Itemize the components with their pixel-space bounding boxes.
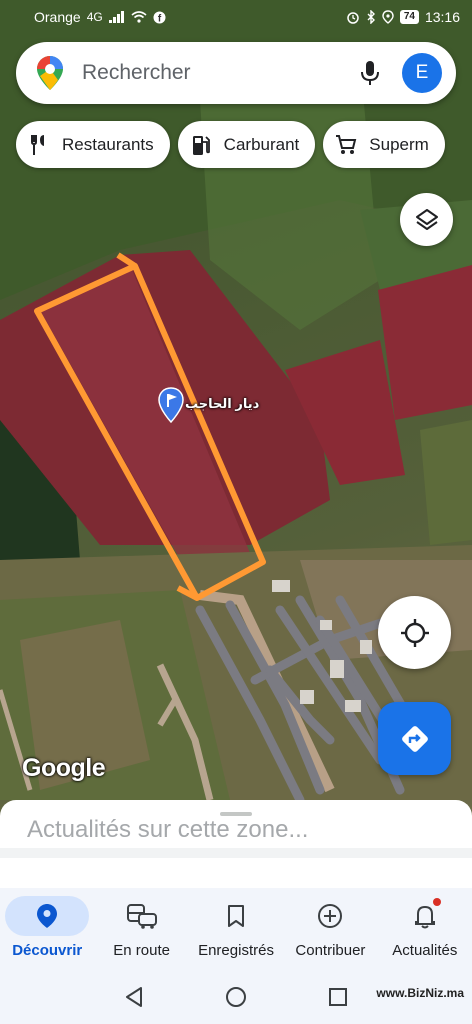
account-avatar[interactable]: E <box>402 53 442 93</box>
home-button[interactable] <box>224 985 248 1009</box>
nav-en-route[interactable]: En route <box>94 888 188 970</box>
gas-station-icon <box>190 134 212 156</box>
chip-label: Superm <box>369 134 429 154</box>
explore-pin-icon <box>37 904 58 928</box>
carrier-name: Orange <box>34 9 81 25</box>
shopping-cart-icon <box>335 134 357 156</box>
directions-button[interactable] <box>378 702 451 775</box>
my-location-button[interactable] <box>378 596 451 669</box>
recents-square-icon <box>329 988 347 1006</box>
google-attribution: Google <box>22 754 106 782</box>
nav-label: Actualités <box>392 942 458 959</box>
recents-button[interactable] <box>326 985 350 1009</box>
chip-label: Restaurants <box>62 134 154 154</box>
battery-level: 74 <box>399 10 419 24</box>
nav-actualites[interactable]: Actualités <box>378 888 472 970</box>
signal-icon <box>108 11 124 23</box>
bookmark-icon <box>228 905 245 927</box>
bell-icon <box>414 905 435 929</box>
bluetooth-icon <box>367 10 375 24</box>
add-circle-icon <box>318 904 343 928</box>
nav-label: Enregistrés <box>198 942 274 959</box>
home-circle-icon <box>226 987 246 1007</box>
nav-label: En route <box>113 942 170 959</box>
status-bar: Orange 4G f 74 13:16 <box>0 0 472 34</box>
voice-search-button[interactable] <box>350 53 390 93</box>
chip-restaurants[interactable]: Restaurants <box>16 121 170 168</box>
commute-icon <box>126 904 157 929</box>
facebook-icon: f <box>153 11 166 24</box>
location-status-icon <box>382 10 394 24</box>
wifi-icon <box>131 11 147 23</box>
sheet-title: Actualités sur cette zone... <box>27 816 309 843</box>
notification-badge <box>432 898 441 906</box>
bottom-navigation: Découvrir En route Enregistrés Contribue… <box>0 888 472 970</box>
directions-icon <box>401 725 428 752</box>
search-input[interactable]: Rechercher <box>82 61 350 85</box>
restaurant-icon <box>28 134 50 156</box>
watermark: www.BizNiz.ma <box>376 986 464 1000</box>
alarm-icon <box>347 12 359 24</box>
place-label[interactable]: ديار الحاجب <box>185 396 259 412</box>
sheet-divider <box>0 848 472 858</box>
nav-label: Contribuer <box>295 942 366 959</box>
my-location-icon <box>400 618 429 647</box>
layers-button[interactable] <box>400 193 453 246</box>
nav-label: Découvrir <box>12 942 83 959</box>
category-chips: Restaurants Carburant Superm <box>16 121 445 168</box>
google-maps-logo-icon <box>37 56 63 90</box>
chip-supermarket[interactable]: Superm <box>323 121 445 168</box>
clock: 13:16 <box>424 9 460 25</box>
nav-decouvrir[interactable]: Découvrir <box>0 888 94 970</box>
place-marker-icon[interactable] <box>158 387 184 423</box>
chip-label: Carburant <box>223 134 300 154</box>
layers-icon <box>415 208 438 230</box>
explore-sheet[interactable]: Actualités sur cette zone... <box>0 800 472 890</box>
network-type: 4G <box>86 10 103 24</box>
back-button[interactable] <box>122 985 146 1009</box>
microphone-icon <box>361 61 379 85</box>
nav-contribuer[interactable]: Contribuer <box>283 888 377 970</box>
chip-carburant[interactable]: Carburant <box>177 121 316 168</box>
nav-enregistres[interactable]: Enregistrés <box>189 888 283 970</box>
search-bar[interactable]: Rechercher E <box>16 42 456 104</box>
back-triangle-icon <box>126 987 142 1007</box>
